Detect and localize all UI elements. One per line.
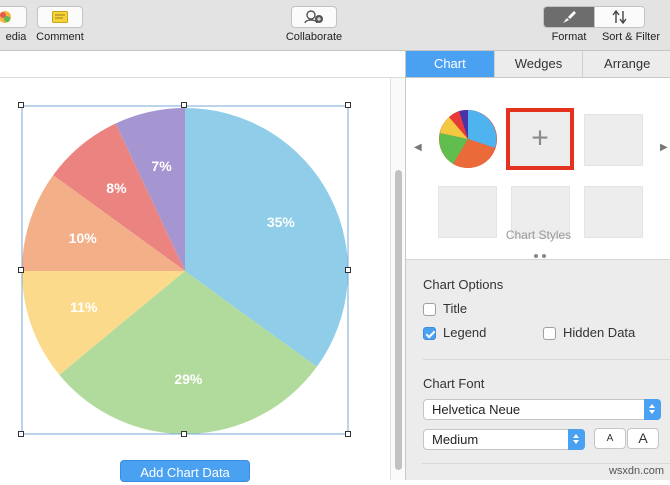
font-weight-select[interactable]: Medium: [423, 429, 585, 450]
sort-arrows-icon: [611, 10, 627, 24]
format-label: Format: [551, 31, 587, 43]
paintbrush-icon: [563, 11, 576, 23]
selection-handle[interactable]: [345, 102, 351, 108]
section-divider: [423, 359, 670, 360]
selection-handle[interactable]: [18, 267, 24, 273]
hidden-data-checkbox-box: [543, 327, 556, 340]
watermark: wsxdn.com: [608, 465, 664, 477]
tab-wedges[interactable]: Wedges: [493, 51, 583, 77]
selection-handle[interactable]: [18, 102, 24, 108]
selection-handle[interactable]: [181, 102, 187, 108]
chart-styles-label: Chart Styles: [505, 228, 572, 242]
font-family-select[interactable]: Helvetica Neue: [423, 399, 661, 420]
title-checkbox[interactable]: Title: [423, 301, 467, 316]
legend-checkbox-label: Legend: [443, 325, 487, 340]
font-weight-value: Medium: [432, 432, 479, 447]
chart-style-pie-thumbnail[interactable]: [437, 108, 499, 170]
media-button[interactable]: edia: [0, 6, 32, 43]
title-checkbox-label: Title: [443, 301, 468, 316]
collaborate-label: Collaborate: [285, 31, 343, 43]
comment-icon: [52, 11, 68, 23]
format-sidebar: Chart Wedges Arrange ◀ ▶ + Chart Styles …: [405, 51, 670, 480]
format-button[interactable]: [544, 7, 594, 27]
font-family-value: Helvetica Neue: [432, 402, 521, 417]
selection-handle[interactable]: [345, 267, 351, 273]
hidden-data-checkbox-label: Hidden Data: [563, 325, 636, 340]
wedge-label: 29%: [174, 370, 203, 387]
tab-chart[interactable]: Chart: [406, 51, 494, 77]
chart-options-heading: Chart Options: [423, 277, 504, 292]
comment-button-frame: [37, 6, 83, 28]
sidebar-tabs: Chart Wedges Arrange: [406, 51, 670, 78]
media-icon: [0, 11, 11, 23]
chart-style-selected[interactable]: +: [506, 108, 574, 170]
chart-styles-panel: ◀ ▶ + Chart Styles: [406, 78, 670, 260]
chevron-updown-icon: [644, 399, 661, 420]
pie-chart[interactable]: [0, 80, 390, 480]
comment-button[interactable]: Comment: [34, 6, 86, 43]
toolbar: edia Comment Collaborate Format Sort & F…: [0, 0, 670, 51]
legend-checkbox-box: [423, 327, 436, 340]
title-checkbox-box: [423, 303, 436, 316]
selection-handle[interactable]: [181, 431, 187, 437]
plus-icon: +: [531, 121, 549, 155]
sort-filter-label: Sort & Filter: [601, 31, 661, 43]
selection-handle[interactable]: [345, 431, 351, 437]
wedge-label: 8%: [106, 180, 127, 197]
tab-arrange[interactable]: Arrange: [582, 51, 670, 77]
legend-checkbox[interactable]: Legend: [423, 325, 486, 340]
hidden-data-checkbox[interactable]: Hidden Data: [543, 325, 635, 340]
chevron-right-icon[interactable]: ▶: [660, 142, 668, 153]
collaborate-icon: [304, 10, 323, 24]
selection-handle[interactable]: [18, 431, 24, 437]
comment-label: Comment: [36, 31, 84, 43]
format-sort-segment: [543, 6, 645, 28]
chevron-updown-icon: [568, 429, 585, 450]
chart-style-swatch[interactable]: [584, 114, 643, 166]
chart-font-heading: Chart Font: [423, 376, 485, 391]
chevron-left-icon[interactable]: ◀: [414, 142, 422, 153]
wedge-label: 35%: [266, 214, 295, 231]
collaborate-button-frame: [291, 6, 337, 28]
add-chart-data-button[interactable]: Add Chart Data: [120, 460, 250, 482]
page-dots[interactable]: [532, 245, 548, 263]
wedge-label: 7%: [151, 158, 172, 174]
decrease-font-size-button[interactable]: A: [594, 428, 626, 449]
media-button-frame: [0, 6, 27, 28]
collaborate-button[interactable]: Collaborate: [282, 6, 346, 43]
wedge-label: 10%: [68, 229, 97, 246]
media-label: edia: [5, 31, 27, 43]
increase-font-size-button[interactable]: A: [627, 428, 659, 449]
section-divider: [422, 463, 670, 464]
scrollbar-thumb[interactable]: [395, 170, 402, 470]
sort-filter-button[interactable]: [593, 7, 644, 27]
vertical-scrollbar[interactable]: [390, 78, 406, 480]
wedge-label: 11%: [70, 299, 98, 316]
ruler: [0, 51, 405, 78]
